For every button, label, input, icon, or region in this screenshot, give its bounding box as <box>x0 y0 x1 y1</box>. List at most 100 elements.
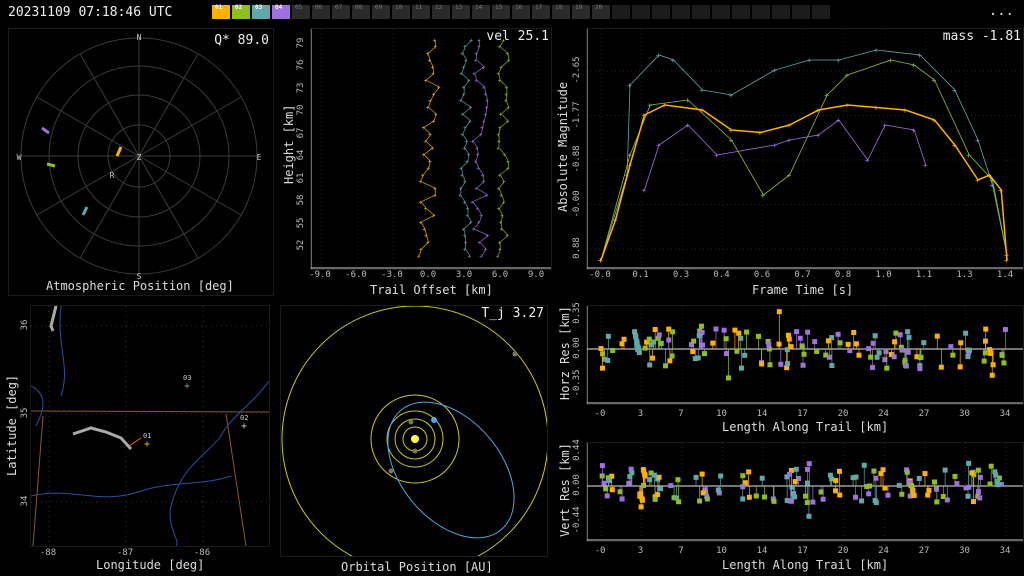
vert-res-xtick: 7 <box>678 546 684 556</box>
magnitude-panel[interactable]: + + + + + + + + + + + + + + + + + + + + + + + + + + + + + + + + + + + + + + + +… <box>586 28 1024 270</box>
residual-point <box>859 498 865 504</box>
atmospheric-position-panel[interactable]: NSEWZR Q* 89.0 <box>8 28 274 296</box>
vert-res-xtick: 24 <box>878 546 889 556</box>
station-toggle-04[interactable]: 04 <box>272 4 290 19</box>
station-toggle-slot-23[interactable] <box>672 5 690 19</box>
tj-readout: T_j 3.27 <box>481 306 544 321</box>
magnitude-ytick: -0.00 <box>572 189 582 218</box>
station-toggle-12[interactable]: 12 <box>432 4 450 19</box>
azimuth-spoke <box>79 53 140 157</box>
station-03-track <box>81 206 89 216</box>
station-toggle-02[interactable]: 02 <box>232 4 250 19</box>
residual-point <box>668 483 674 489</box>
vert-res-xtick: 27 <box>918 546 930 556</box>
residual-point <box>725 375 731 381</box>
station-toggle-label: 03 <box>255 4 263 11</box>
horizontal-residual-panel[interactable] <box>586 305 1024 405</box>
station-toggle-slot-22[interactable] <box>652 5 670 19</box>
station-toggle-09[interactable]: 09 <box>372 4 390 19</box>
station-toggle-17[interactable]: 17 <box>532 4 550 19</box>
station-toggle-label: 04 <box>275 4 283 11</box>
station-toggle-15[interactable]: 15 <box>492 4 510 19</box>
residual-point <box>963 330 969 336</box>
residual-point <box>829 363 835 369</box>
station-toggle-08[interactable]: 08 <box>352 4 370 19</box>
station-toggle-slot-28[interactable] <box>772 5 790 19</box>
station-toggle-01[interactable]: 01 <box>212 4 230 19</box>
residual-point <box>670 329 676 335</box>
residual-point <box>867 483 873 489</box>
azimuth-spoke <box>138 53 199 157</box>
residual-point <box>921 340 927 346</box>
residual-point <box>746 494 752 500</box>
vert-res-title: Length Along Trail [km] <box>722 558 889 572</box>
trail-xtick: -3.0 <box>381 270 403 280</box>
station-toggle-slot-26[interactable] <box>732 5 750 19</box>
station-toggle-18[interactable]: 18 <box>552 4 570 19</box>
residual-point <box>826 354 832 360</box>
residual-point <box>883 348 889 354</box>
trail-offset-panel[interactable]: + + + + + + + + + + + + + + + + + + + + + + + + + + + + + + + + + + + + + + + +… <box>310 28 552 270</box>
magnitude-point: + <box>729 91 734 100</box>
station-toggle-11[interactable]: 11 <box>412 4 430 19</box>
residual-point <box>736 330 742 336</box>
residual-point <box>1001 360 1007 366</box>
station-toggle-slot-24[interactable] <box>692 5 710 19</box>
horz-res-xtick: 7 <box>678 409 684 419</box>
residual-point <box>911 492 917 498</box>
station-toggle-slot-29[interactable] <box>792 5 810 19</box>
station-toggle-slot-21[interactable] <box>632 5 650 19</box>
vertical-residual-panel[interactable] <box>586 442 1024 542</box>
station-toggle-07[interactable]: 07 <box>332 4 350 19</box>
trail-ytick: 55 <box>296 217 306 228</box>
residual-point <box>642 473 648 479</box>
residual-point <box>793 466 799 472</box>
planet <box>412 448 418 454</box>
horz-res-xtick: 27 <box>918 409 930 419</box>
residual-point <box>977 495 983 501</box>
map-panel[interactable]: +01 +02 +03 <box>30 305 270 547</box>
station-toggle-05[interactable]: 05 <box>292 4 310 19</box>
station-04-track <box>41 126 50 135</box>
residual-point <box>800 362 806 368</box>
station-01-track <box>115 146 123 157</box>
residual-point <box>734 348 740 354</box>
menu-button[interactable]: ... <box>989 3 1014 19</box>
station-toggle-16[interactable]: 16 <box>512 4 530 19</box>
station-toggle-slot-25[interactable] <box>712 5 730 19</box>
station-toggle-13[interactable]: 13 <box>452 4 470 19</box>
compass-east: E <box>257 153 262 162</box>
magnitude-xtick: 0.3 <box>672 270 690 280</box>
station-toggle-14[interactable]: 14 <box>472 4 490 19</box>
station-toggle-slot-20[interactable] <box>612 5 630 19</box>
residual-point <box>701 351 707 357</box>
station-toggle-06[interactable]: 06 <box>312 4 330 19</box>
station-toggle-slot-30[interactable] <box>812 5 830 19</box>
station-toggle-03[interactable]: 03 <box>252 4 270 19</box>
station-toggle-10[interactable]: 10 <box>392 4 410 19</box>
state-border <box>225 413 247 546</box>
residual-point <box>753 493 759 499</box>
station-toggle-19[interactable]: 19 <box>572 4 590 19</box>
orbit-panel[interactable]: T_j 3.27 <box>280 305 548 557</box>
residual-point <box>766 341 772 347</box>
residual-point <box>896 482 902 488</box>
station-toggle-20[interactable]: 20 <box>592 4 610 19</box>
river <box>31 475 232 498</box>
residual-point <box>861 462 867 468</box>
residual-point <box>884 365 890 371</box>
horz-res-xtick: 10 <box>716 409 727 419</box>
station-marker: + <box>184 381 190 392</box>
magnitude-point: + <box>917 51 922 60</box>
station-toggle-slot-27[interactable] <box>752 5 770 19</box>
residual-point <box>810 499 816 505</box>
magnitude-xtick: 1.0 <box>875 270 892 280</box>
residual-point <box>922 471 928 477</box>
residual-point <box>932 479 938 485</box>
magnitude-point: + <box>729 136 734 145</box>
trail-xtick: -9.0 <box>309 270 331 280</box>
residual-point <box>873 475 879 481</box>
residual-point <box>794 329 800 335</box>
residual-point <box>626 480 632 486</box>
station-selector[interactable]: 01 02 03 04 05 06 07 08 09 10 11 12 13 14 15 16 17 18 19 20 <box>212 4 830 19</box>
